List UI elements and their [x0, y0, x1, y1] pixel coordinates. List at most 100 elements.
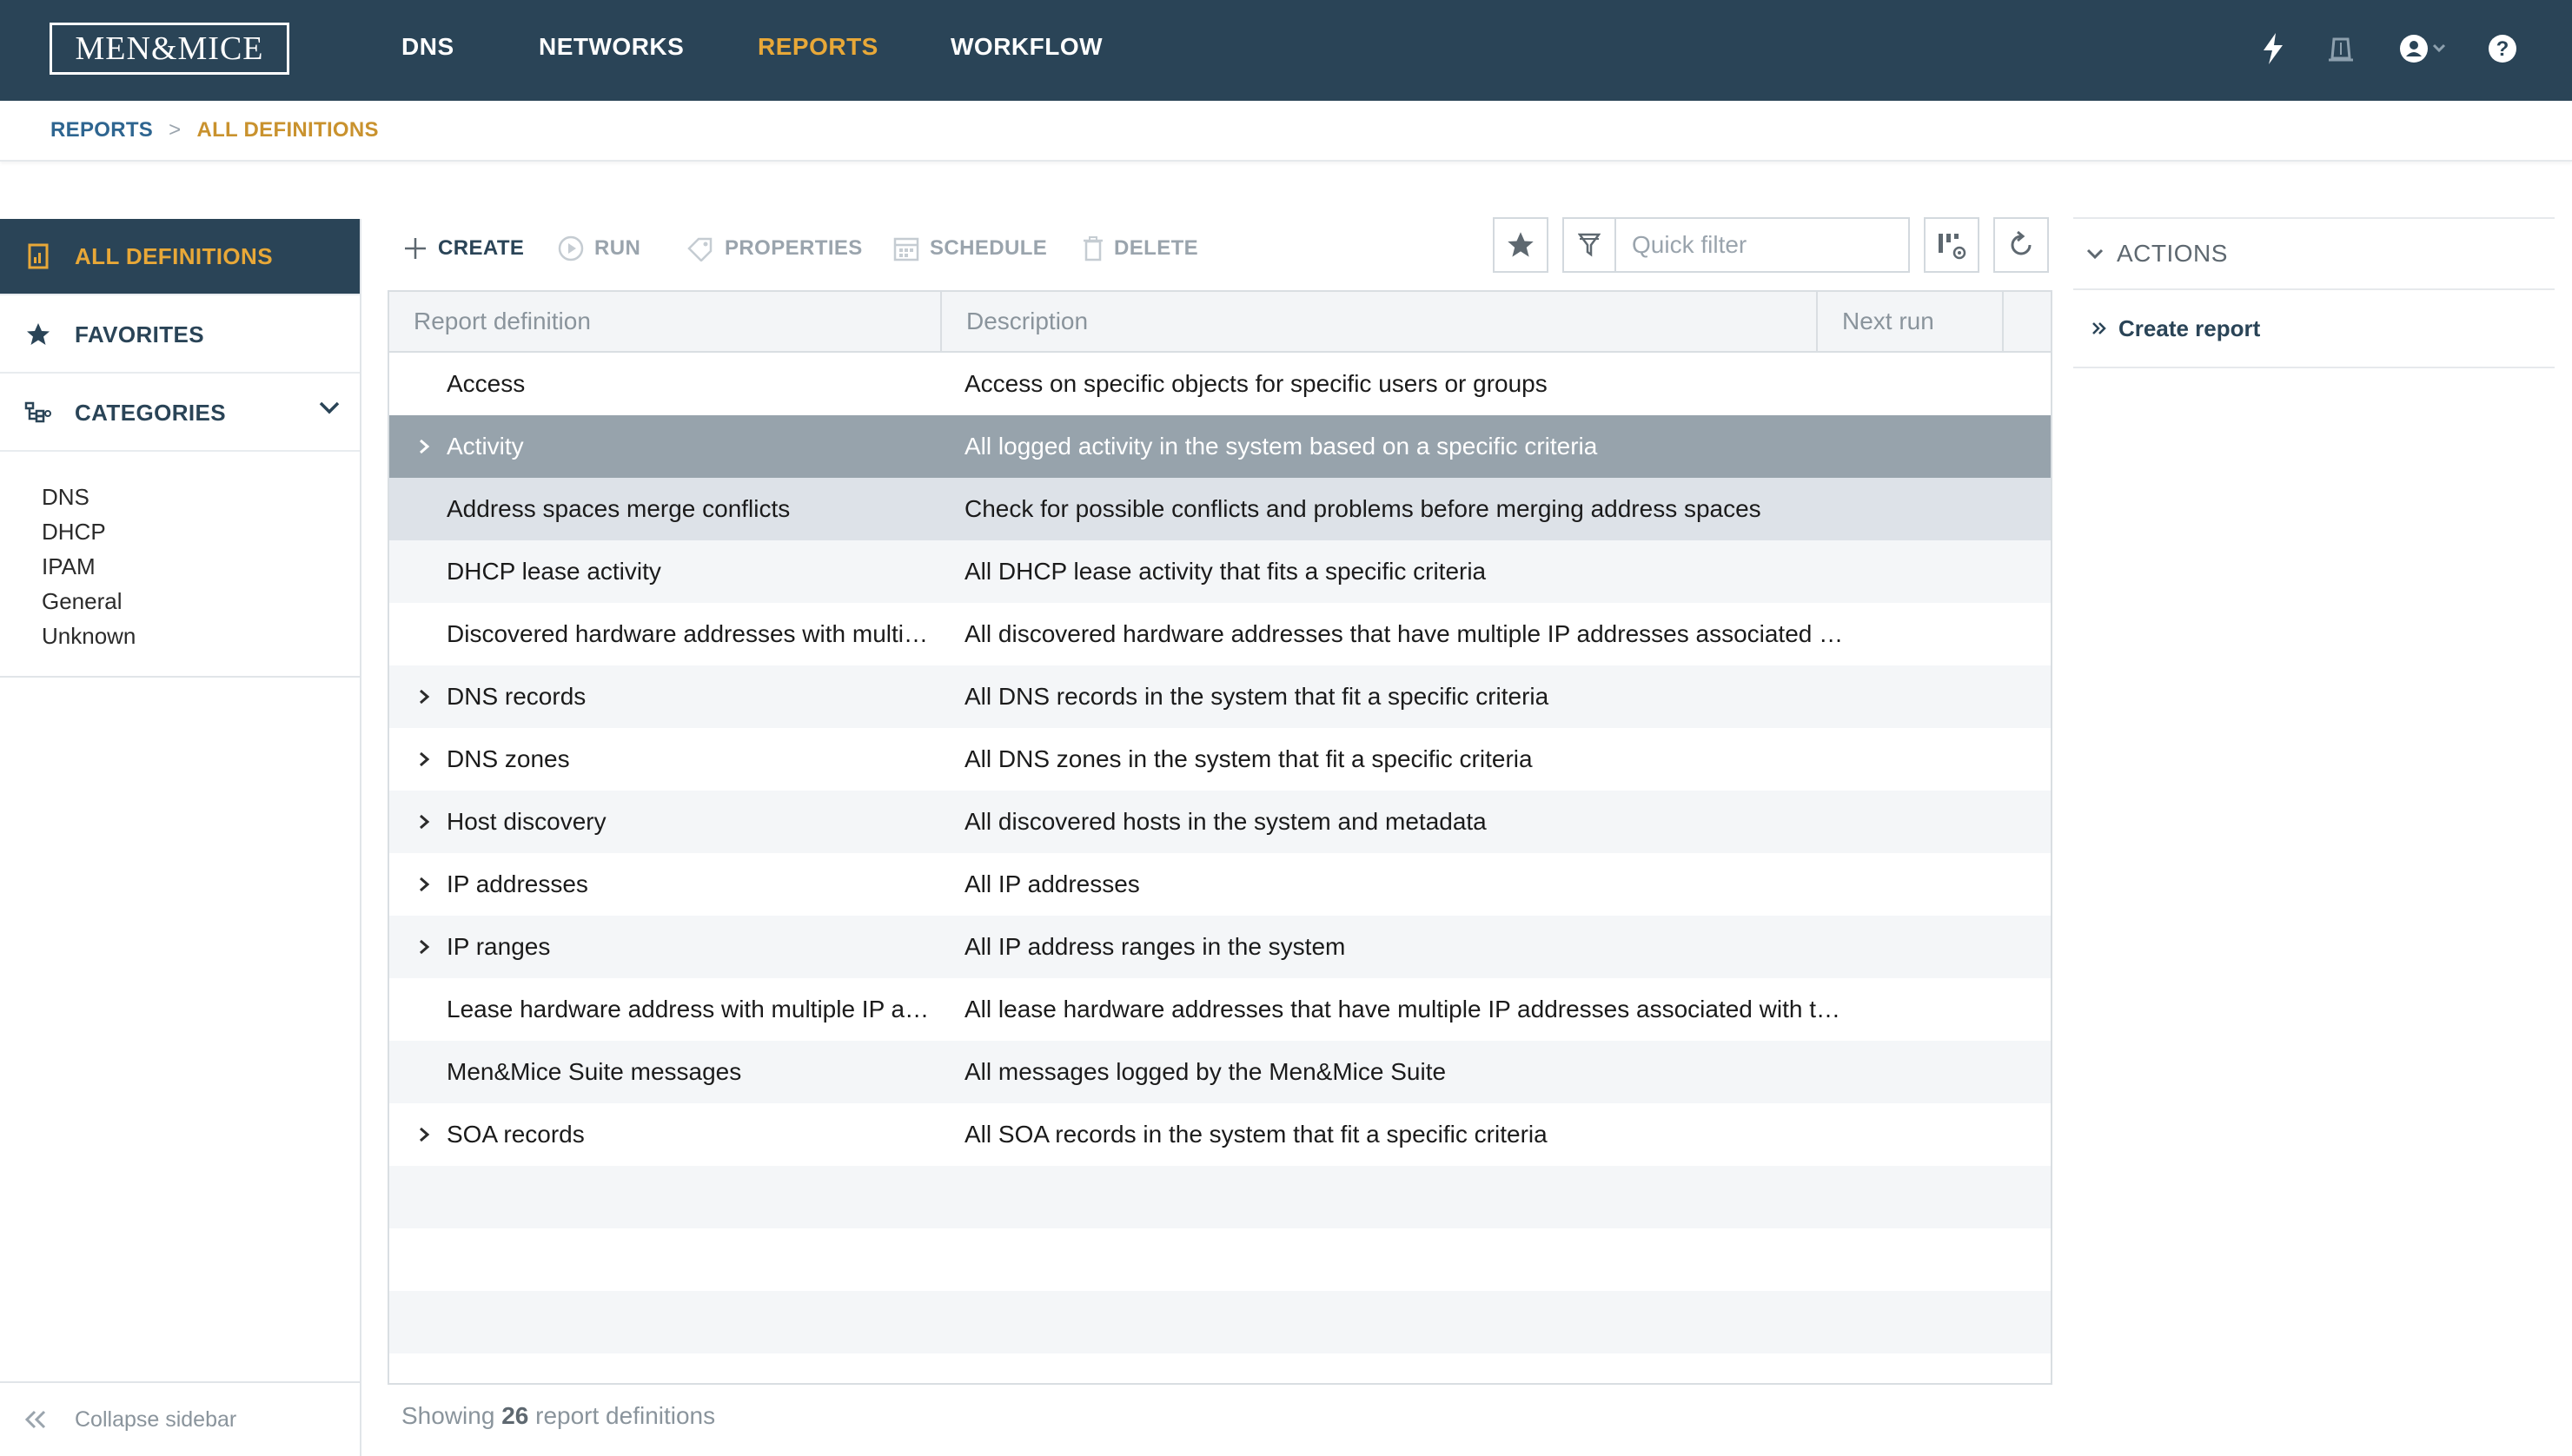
column-header-report-definition[interactable]: Report definition	[389, 292, 942, 351]
favorite-star-button[interactable]	[1493, 217, 1548, 273]
actions-title: ACTIONS	[2117, 240, 2228, 267]
report-definition-description: All messages logged by the Men&Mice Suit…	[964, 1058, 1447, 1085]
chevron-right-icon[interactable]	[414, 1124, 434, 1145]
report-definition-name: Activity	[447, 433, 524, 460]
help-icon[interactable]: ?	[2483, 30, 2522, 68]
category-list: DNS DHCP IPAM General Unknown	[42, 480, 136, 653]
alert-bell-icon[interactable]	[2322, 30, 2360, 68]
chevron-right-icon[interactable]	[414, 874, 434, 895]
nav-workflow[interactable]: WORKFLOW	[951, 33, 1103, 61]
column-settings-button[interactable]	[1924, 217, 1979, 273]
report-definition-name: Address spaces merge conflicts	[447, 495, 791, 522]
refresh-button[interactable]	[1993, 217, 2049, 273]
table-row[interactable]: DHCP lease activity All DHCP lease activi…	[389, 540, 2051, 603]
report-definition-description: All lease hardware addresses that have m…	[964, 996, 1841, 1023]
table-row[interactable]: IP addresses All IP addresses	[389, 853, 2051, 916]
sidebar-item-label: FAVORITES	[75, 321, 205, 347]
breadcrumb-separator: >	[169, 118, 182, 142]
column-header-next-run[interactable]: Next run	[1818, 292, 2004, 351]
top-navigation-bar: MEN&MICE DNS NETWORKS REPORTS WORKFLOW ?	[0, 0, 2572, 101]
trash-icon	[1083, 235, 1104, 261]
user-account-icon[interactable]	[2396, 30, 2459, 68]
collapse-sidebar-label: Collapse sidebar	[75, 1406, 237, 1432]
filter-funnel-icon[interactable]	[1564, 219, 1616, 271]
delete-button[interactable]: DELETE	[1083, 231, 1198, 266]
report-definition-description: All SOA records in the system that fit a…	[964, 1121, 1548, 1148]
table-row[interactable]: SOA records All SOA records in the system…	[389, 1103, 2051, 1166]
chevron-down-icon[interactable]	[318, 400, 341, 420]
category-tree-icon	[19, 394, 57, 432]
category-general[interactable]: General	[42, 584, 136, 619]
breadcrumb: REPORTS > ALL DEFINITIONS	[50, 118, 379, 142]
star-icon	[19, 315, 57, 354]
breadcrumb-current: ALL DEFINITIONS	[196, 118, 379, 142]
report-definition-description: All DHCP lease activity that fits a spec…	[964, 558, 1487, 585]
table-row[interactable]: Host discovery All discovered hosts in th…	[389, 791, 2051, 853]
chevron-right-icon[interactable]	[414, 749, 434, 770]
report-definition-name: DNS zones	[447, 745, 570, 772]
sidebar: ALL DEFINITIONS FAVORITES CATEGORIES DNS…	[0, 219, 361, 1456]
nav-networks[interactable]: NETWORKS	[539, 33, 684, 61]
table-row[interactable]: DNS zones All DNS zones in the system tha…	[389, 728, 2051, 791]
report-definition-name: SOA records	[447, 1121, 585, 1148]
table-row	[389, 1291, 2051, 1353]
table-row[interactable]: Lease hardware address with multiple IP …	[389, 978, 2051, 1041]
chevron-right-icon[interactable]	[414, 686, 434, 707]
table-row[interactable]: Men&Mice Suite messages All messages logg…	[389, 1041, 2051, 1103]
report-definition-name: Host discovery	[447, 808, 607, 835]
schedule-button[interactable]: SCHEDULE	[893, 231, 1047, 266]
category-unknown[interactable]: Unknown	[42, 619, 136, 653]
double-chevron-right-icon	[2091, 321, 2108, 336]
run-button[interactable]: RUN	[558, 231, 640, 266]
report-definition-name: Access	[447, 370, 526, 397]
lightning-icon[interactable]	[2254, 30, 2292, 68]
nav-dns[interactable]: DNS	[401, 33, 454, 61]
table-row[interactable]: Access Access on specific objects for spe…	[389, 353, 2051, 415]
men-and-mice-logo[interactable]: MEN&MICE	[50, 23, 289, 75]
table-row[interactable]: DNS records All DNS records in the system…	[389, 665, 2051, 728]
collapse-sidebar-button[interactable]: Collapse sidebar	[0, 1381, 360, 1456]
category-ipam[interactable]: IPAM	[42, 549, 136, 584]
breadcrumb-bar: REPORTS > ALL DEFINITIONS	[0, 101, 2572, 162]
chevron-right-icon[interactable]	[414, 436, 434, 457]
table-row[interactable]: IP ranges All IP address ranges in the sy…	[389, 916, 2051, 978]
properties-button[interactable]: PROPERTIES	[686, 231, 863, 266]
nav-reports[interactable]: REPORTS	[758, 33, 878, 61]
actions-panel-header[interactable]: ACTIONS	[2073, 217, 2555, 290]
sidebar-item-all-definitions[interactable]: ALL DEFINITIONS	[0, 219, 360, 295]
table-row	[389, 1228, 2051, 1291]
sidebar-item-categories[interactable]: CATEGORIES	[0, 375, 360, 452]
table-row[interactable]: Address spaces merge conflicts Check for …	[389, 478, 2051, 540]
create-report-action[interactable]: Create report	[2073, 290, 2555, 368]
row-count-status: Showing 26 report definitions	[401, 1402, 716, 1429]
report-definition-name: DNS records	[447, 683, 587, 710]
report-definition-name: DHCP lease activity	[447, 558, 661, 585]
tag-icon	[686, 235, 714, 261]
category-dns[interactable]: DNS	[42, 480, 136, 514]
report-definition-name: Discovered hardware addresses with multi…	[447, 620, 928, 647]
chevron-right-icon[interactable]	[414, 936, 434, 957]
quick-filter-input[interactable]	[1632, 231, 1893, 259]
sidebar-item-label: CATEGORIES	[75, 399, 226, 426]
actions-panel: ACTIONS Create report	[2073, 217, 2555, 368]
sidebar-item-favorites[interactable]: FAVORITES	[0, 297, 360, 374]
double-chevron-left-icon	[23, 1409, 49, 1430]
report-definition-description: All DNS zones in the system that fit a s…	[964, 745, 1533, 772]
star-icon	[1508, 232, 1534, 257]
create-button[interactable]: CREATE	[403, 231, 524, 266]
report-definition-description: All discovered hardware addresses that h…	[964, 620, 1842, 647]
chevron-right-icon[interactable]	[414, 811, 434, 832]
plus-icon	[403, 236, 428, 261]
category-dhcp[interactable]: DHCP	[42, 514, 136, 549]
breadcrumb-reports-link[interactable]: REPORTS	[50, 118, 153, 142]
refresh-icon	[2011, 230, 2032, 255]
row-count: 26	[501, 1402, 529, 1429]
column-header-description[interactable]: Description	[942, 292, 1818, 351]
column-settings-icon	[1939, 234, 1966, 260]
table-row[interactable]: Activity All logged activity in the syste…	[389, 415, 2051, 478]
report-definition-description: All IP addresses	[964, 870, 1140, 897]
report-definition-description: All discovered hosts in the system and m…	[964, 808, 1487, 835]
report-definition-description: All DNS records in the system that fit a…	[964, 683, 1549, 710]
report-definition-description: Access on specific objects for specific …	[964, 370, 1548, 397]
table-row[interactable]: Discovered hardware addresses with multi…	[389, 603, 2051, 665]
